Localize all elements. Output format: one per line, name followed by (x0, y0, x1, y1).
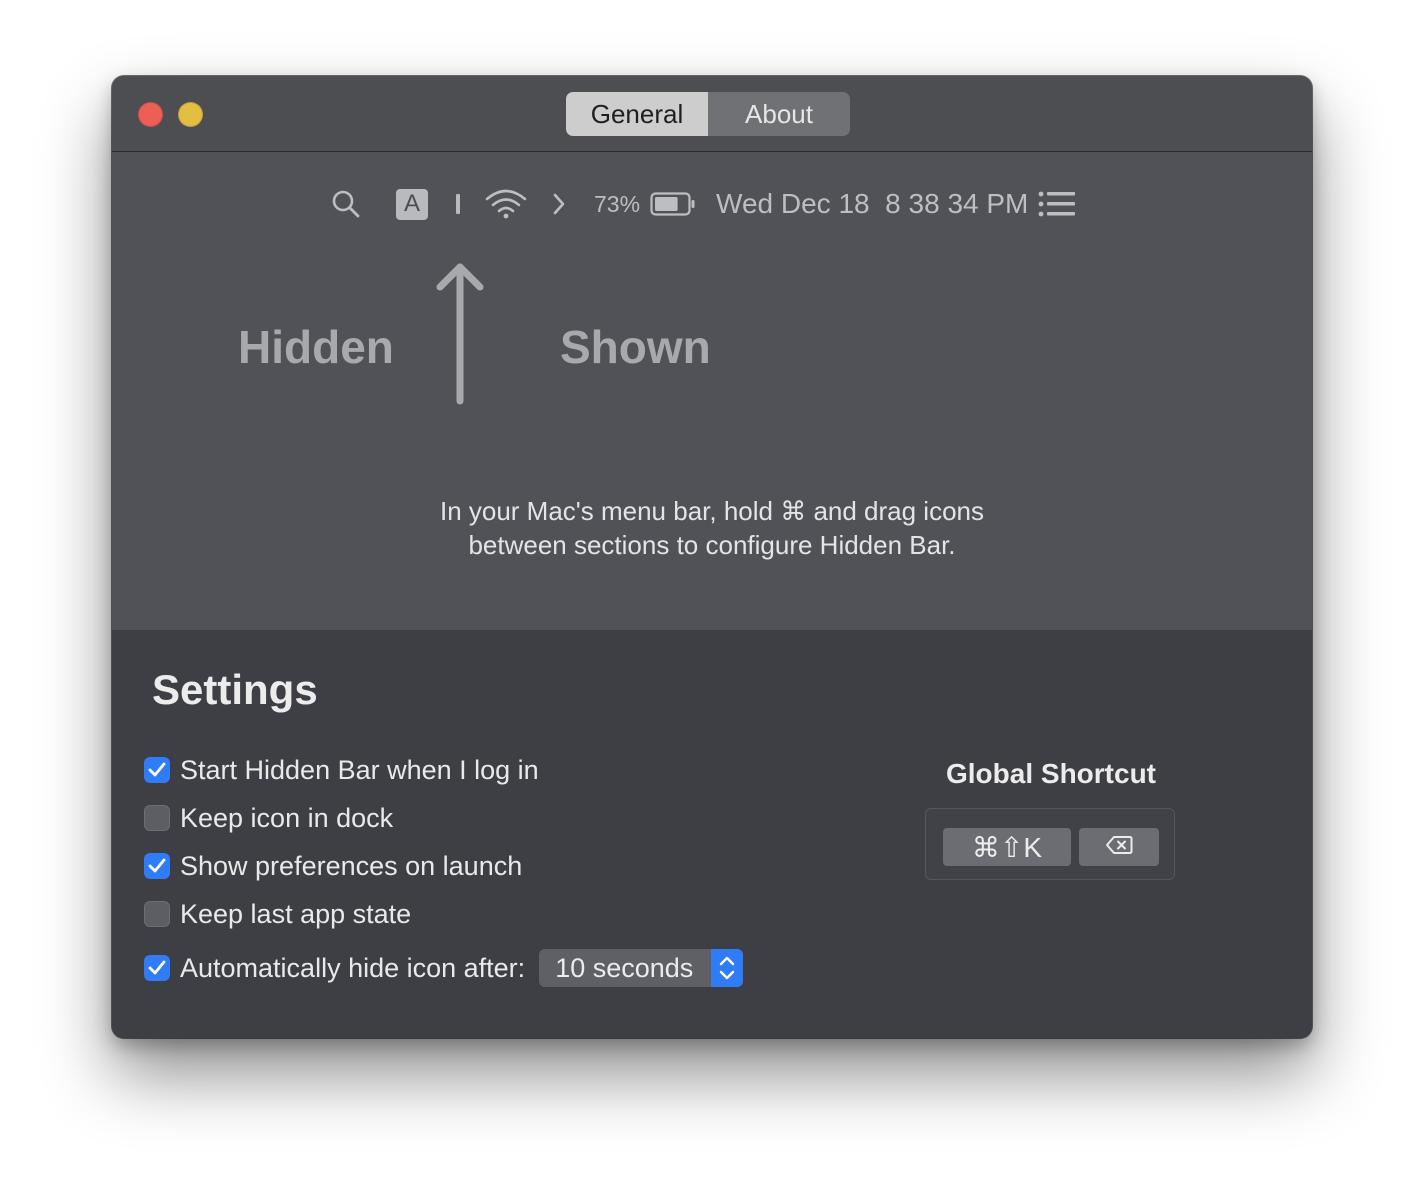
list-icon (1038, 191, 1076, 217)
auto-hide-delay-select[interactable]: 10 seconds (539, 949, 744, 987)
tab-about[interactable]: About (708, 92, 850, 136)
updown-arrows-icon[interactable] (711, 949, 744, 987)
hidden-section-label: Hidden (238, 321, 394, 373)
option-keep-icon-in-dock[interactable]: Keep icon in dock (144, 800, 393, 836)
preferences-window: General About A 73% Wed Dec 18 8 38 34 P… (112, 76, 1312, 1038)
shortcut-recorder-field[interactable]: ⌘⇧K (943, 828, 1071, 866)
option-label: Keep last app state (180, 898, 412, 929)
input-source-icon: A (396, 188, 428, 220)
option-show-preferences-on-launch[interactable]: Show preferences on launch (144, 848, 522, 884)
menubar-preview: A 73% Wed Dec 18 8 38 34 PM (330, 180, 1110, 228)
checkbox-start-at-login[interactable] (144, 757, 170, 783)
expand-chevron-icon[interactable] (552, 192, 566, 216)
tab-switcher: General About (566, 92, 850, 136)
arrow-up-icon (434, 261, 486, 412)
option-label: Keep icon in dock (180, 802, 394, 833)
minimize-button[interactable] (178, 102, 203, 127)
instructions-line-2: between sections to configure Hidden Bar… (468, 530, 956, 560)
option-label: Show preferences on launch (180, 850, 523, 881)
clear-shortcut-button[interactable] (1079, 828, 1159, 866)
shortcut-recorder-container: ⌘⇧K (925, 808, 1175, 880)
option-label: Automatically hide icon after: (180, 952, 526, 983)
checkbox-keep-icon-in-dock[interactable] (144, 805, 170, 831)
separator-icon (456, 194, 460, 214)
option-label: Start Hidden Bar when I log in (180, 754, 539, 785)
checkbox-keep-last-app-state[interactable] (144, 901, 170, 927)
option-start-at-login[interactable]: Start Hidden Bar when I log in (144, 752, 539, 788)
auto-hide-delay-value: 10 seconds (555, 952, 694, 983)
battery-percentage: 73% (594, 190, 641, 217)
shown-section-label: Shown (560, 321, 711, 373)
option-keep-last-app-state[interactable]: Keep last app state (144, 896, 411, 932)
instructions-text: In your Mac's menu bar, hold ⌘ and drag … (112, 494, 1312, 562)
global-shortcut-heading: Global Shortcut (946, 758, 1156, 789)
tab-general[interactable]: General (566, 92, 708, 136)
settings-heading: Settings (152, 666, 318, 713)
battery-icon (650, 191, 696, 217)
menubar-clock: Wed Dec 18 8 38 34 PM (716, 188, 1029, 219)
wifi-icon (484, 188, 528, 220)
title-bar[interactable]: General About (112, 76, 1312, 152)
option-auto-hide[interactable]: Automatically hide icon after: 10 second… (144, 949, 744, 987)
delete-left-icon (1105, 835, 1133, 860)
checkbox-show-preferences-on-launch[interactable] (144, 853, 170, 879)
checkbox-auto-hide[interactable] (144, 955, 170, 981)
close-button[interactable] (138, 102, 163, 127)
search-icon (330, 188, 362, 220)
instructions-line-1: In your Mac's menu bar, hold ⌘ and drag … (439, 496, 985, 526)
